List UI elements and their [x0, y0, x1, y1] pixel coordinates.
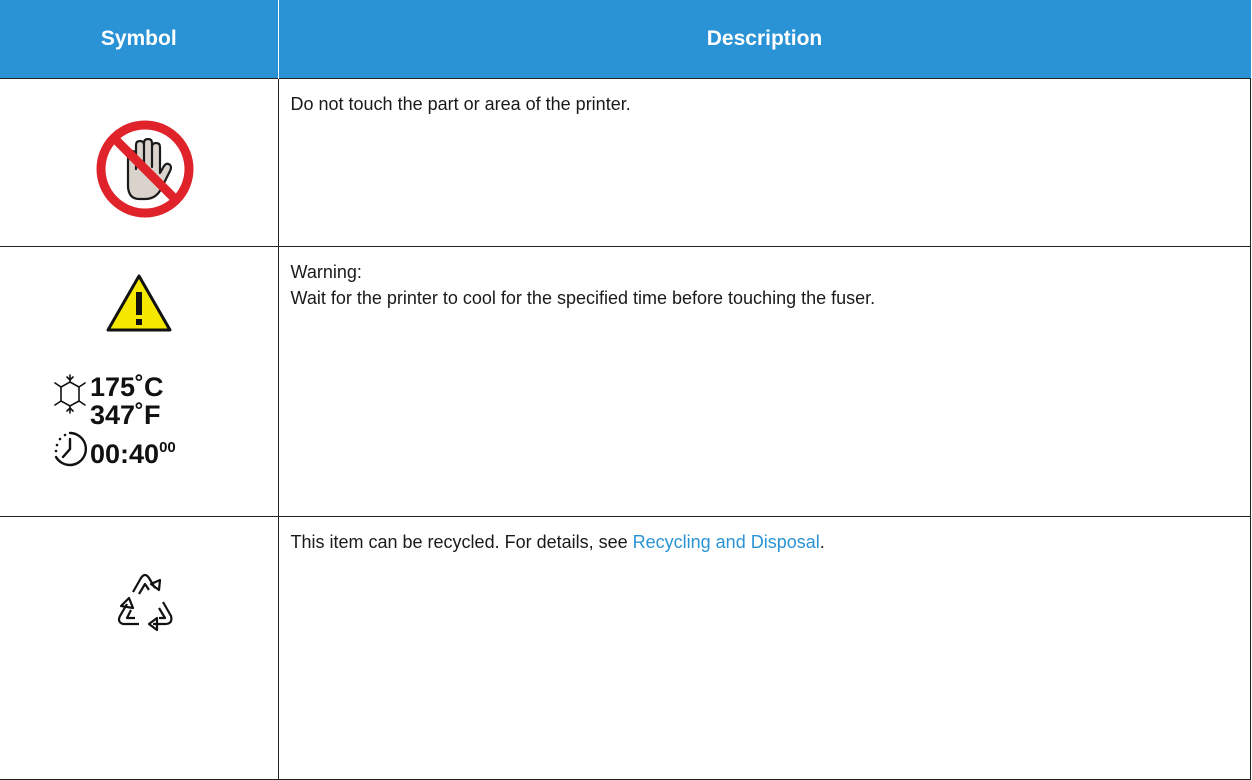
timer-clock-icon: [52, 429, 88, 474]
recycle-icon: [105, 562, 185, 647]
fuser-cooldown-panel: 175˚C 347˚F 00:4000: [48, 367, 248, 497]
cooldown-time: 00:4000: [90, 433, 176, 469]
description-prefix: This item can be recycled. For details, …: [290, 532, 633, 552]
description-text: This item can be recycled. For details, …: [291, 529, 1251, 555]
description-cell: Warning: Wait for the printer to cool fo…: [277, 246, 1251, 517]
description-text: Wait for the printer to cool for the spe…: [290, 288, 876, 308]
symbol-cell: 175˚C 347˚F 00:4000: [0, 246, 279, 517]
table-row: This item can be recycled. For details, …: [0, 516, 1251, 780]
header-symbol: Symbol: [0, 0, 279, 79]
warning-triangle-icon: [104, 272, 174, 339]
warning-label: Warning:: [290, 262, 362, 282]
header-description: Description: [278, 0, 1251, 79]
table-header-row: Symbol Description: [0, 0, 1251, 79]
cooldown-time-seconds: 00: [159, 439, 176, 456]
fuser-fahrenheit: 347˚F: [90, 400, 161, 430]
description-text: Do not touch the part or area of the pri…: [290, 94, 631, 114]
table-row: Do not touch the part or area of the pri…: [0, 78, 1251, 247]
symbols-table: Symbol Description Do not touch the part…: [0, 0, 1251, 780]
description-cell: Do not touch the part or area of the pri…: [277, 78, 1251, 247]
fuser-celsius: 175˚C: [90, 372, 164, 402]
description-cell: This item can be recycled. For details, …: [277, 516, 1251, 780]
symbol-cell: [0, 78, 279, 247]
symbol-cell: [0, 516, 279, 780]
cooling-snowflake-icon: [54, 374, 86, 423]
cooldown-time-main: 00:40: [90, 439, 160, 469]
description-suffix: .: [819, 532, 825, 552]
no-touch-icon: [95, 119, 195, 224]
recycling-and-disposal-link[interactable]: Recycling and Disposal: [633, 532, 820, 552]
table-row: 175˚C 347˚F 00:4000 Warning: Wait for th…: [0, 246, 1251, 517]
